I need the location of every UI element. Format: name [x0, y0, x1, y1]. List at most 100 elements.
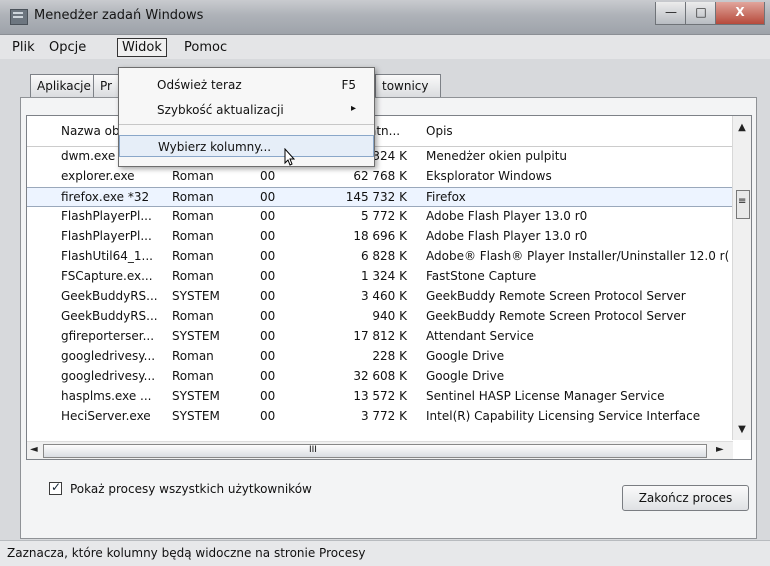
table-row[interactable]: FlashPlayerPl... Roman 00 5 772 K Adobe Flas…	[27, 207, 733, 227]
process-name-cell: FlashPlayerPl...	[61, 209, 152, 223]
tab-uzytkownicy[interactable]: townicy	[375, 74, 441, 97]
table-row[interactable]: FlashPlayerPl... Roman 00 18 696 K Adobe Fla…	[27, 227, 733, 247]
description-cell: Adobe Flash Player 13.0 r0	[426, 229, 588, 243]
scroll-down-icon[interactable]: ▼	[737, 424, 747, 436]
session-cell: 00	[260, 190, 276, 204]
refresh-now-shortcut: F5	[341, 78, 356, 92]
scroll-up-icon[interactable]: ▲	[737, 122, 747, 134]
refresh-now-item[interactable]: Odśwież teraz F5	[119, 74, 374, 96]
show-all-processes-label: Pokaż procesy wszystkich użytkowników	[70, 482, 312, 496]
task-manager-icon	[10, 9, 28, 25]
table-row[interactable]: firefox.exe *32 Roman 00 145 732 K Firefox	[27, 187, 733, 207]
column-description-header[interactable]: Opis	[426, 124, 453, 138]
memory-cell: 940 K	[372, 309, 407, 323]
select-columns-label: Wybierz kolumny...	[158, 140, 272, 154]
vertical-scrollbar[interactable]: ▲ ≡ ▼	[732, 116, 751, 440]
memory-cell: 62 768 K	[353, 169, 407, 183]
description-cell: GeekBuddy Remote Screen Protocol Server	[426, 289, 686, 303]
close-button[interactable]: X	[715, 2, 765, 25]
user-cell: SYSTEM	[172, 329, 220, 343]
status-bar: Zaznacza, które kolumny będą widoczne na…	[0, 540, 770, 566]
show-all-processes-checkbox[interactable]	[49, 480, 62, 495]
description-cell: Intel(R) Capability Licensing Service In…	[426, 409, 701, 423]
user-cell: Roman	[172, 309, 214, 323]
process-name-cell: HeciServer.exe	[61, 409, 151, 423]
user-cell: SYSTEM	[172, 409, 220, 423]
window-title: Menedżer zadań Windows	[34, 8, 204, 23]
scroll-grip-icon: ≡	[738, 196, 747, 207]
user-cell: SYSTEM	[172, 389, 220, 403]
table-row[interactable]: GeekBuddyRS... SYSTEM 00 3 460 K GeekBuddy R…	[27, 287, 733, 307]
memory-cell: 3 460 K	[360, 289, 407, 303]
table-row[interactable]: GeekBuddyRS... Roman 00 940 K GeekBuddy Remo…	[27, 307, 733, 327]
horizontal-scroll-thumb[interactable]: III	[43, 444, 707, 458]
memory-cell: 1 324 K	[360, 269, 407, 283]
vertical-scroll-thumb[interactable]: ≡	[736, 190, 750, 219]
mouse-cursor-icon	[284, 148, 295, 166]
description-cell: FastStone Capture	[426, 269, 537, 283]
user-cell: Roman	[172, 249, 214, 263]
description-cell: Google Drive	[426, 349, 505, 363]
process-name-cell: hasplms.exe ...	[61, 389, 152, 403]
memory-cell: 18 696 K	[353, 229, 407, 243]
process-name-cell: FlashUtil64_1...	[61, 249, 153, 263]
user-cell: Roman	[172, 169, 214, 183]
description-cell: Sentinel HASP License Manager Service	[426, 389, 665, 403]
table-row[interactable]: FSCapture.ex... Roman 00 1 324 K FastStone C…	[27, 267, 733, 287]
session-cell: 00	[260, 369, 276, 383]
process-name-cell: googledrivesy...	[61, 369, 156, 383]
session-cell: 00	[260, 249, 276, 263]
description-cell: Adobe® Flash® Player Installer/Uninstall…	[426, 249, 730, 263]
refresh-now-label: Odśwież teraz	[157, 78, 242, 92]
user-cell: Roman	[172, 269, 214, 283]
table-row[interactable]: hasplms.exe ... SYSTEM 00 13 572 K Sentinel …	[27, 387, 733, 407]
description-cell: Adobe Flash Player 13.0 r0	[426, 209, 588, 223]
description-cell: Eksplorator Windows	[426, 169, 552, 183]
description-cell: Menedżer okien pulpitu	[426, 149, 568, 163]
status-text: Zaznacza, które kolumny będą widoczne na…	[7, 546, 366, 560]
maximize-button[interactable]: □	[685, 2, 717, 25]
process-name-cell: FlashPlayerPl...	[61, 229, 152, 243]
session-cell: 00	[260, 289, 276, 303]
scroll-right-icon[interactable]: ►	[716, 444, 726, 455]
task-manager-window: Menedżer zadań Windows — □ X Plik Opcje …	[0, 0, 770, 566]
session-cell: 00	[260, 309, 276, 323]
table-row[interactable]: explorer.exe Roman 00 62 768 K Eksplorator W…	[27, 167, 733, 187]
memory-cell: 13 572 K	[353, 389, 407, 403]
menu-pomoc[interactable]: Pomoc	[180, 39, 231, 56]
table-row[interactable]: gfireporterser... SYSTEM 00 17 812 K Attenda…	[27, 327, 733, 347]
column-name-header[interactable]: Nazwa ob	[61, 124, 120, 138]
table-row[interactable]: FlashUtil64_1... Roman 00 6 828 K Adobe® Fla…	[27, 247, 733, 267]
tab-aplikacje[interactable]: Aplikacje	[30, 74, 99, 97]
table-row[interactable]: googledrivesy... Roman 00 32 608 K Google Dr…	[27, 367, 733, 387]
description-cell: Firefox	[426, 190, 466, 204]
process-name-cell: googledrivesy...	[61, 349, 156, 363]
session-cell: 00	[260, 329, 276, 343]
select-columns-item[interactable]: Wybierz kolumny...	[119, 135, 374, 157]
memory-cell: 32 608 K	[353, 369, 407, 383]
minimize-button[interactable]: —	[655, 2, 687, 25]
description-cell: GeekBuddy Remote Screen Protocol Server	[426, 309, 686, 323]
table-row[interactable]: googledrivesy... Roman 00 228 K Google Drive	[27, 347, 733, 367]
menu-opcje[interactable]: Opcje	[45, 39, 90, 56]
title-bar: Menedżer zadań Windows — □ X	[0, 0, 770, 35]
user-cell: Roman	[172, 209, 214, 223]
process-name-cell: FSCapture.ex...	[61, 269, 153, 283]
session-cell: 00	[260, 269, 276, 283]
session-cell: 00	[260, 349, 276, 363]
update-speed-item[interactable]: Szybkość aktualizacji ▸	[119, 99, 374, 121]
session-cell: 00	[260, 229, 276, 243]
memory-cell: 145 732 K	[345, 190, 407, 204]
horizontal-scrollbar[interactable]: ◄ III ►	[27, 441, 733, 459]
menu-plik[interactable]: Plik	[8, 39, 39, 56]
menu-widok[interactable]: Widok	[117, 38, 167, 57]
memory-cell: 5 772 K	[360, 209, 407, 223]
process-name-cell: GeekBuddyRS...	[61, 309, 158, 323]
session-cell: 00	[260, 409, 276, 423]
scroll-left-icon[interactable]: ◄	[30, 444, 40, 455]
process-name-cell: explorer.exe	[61, 169, 135, 183]
table-row[interactable]: HeciServer.exe SYSTEM 00 3 772 K Intel(R) Ca…	[27, 407, 733, 427]
user-cell: Roman	[172, 190, 214, 204]
menu-bar: Plik Opcje Widok Pomoc	[0, 35, 770, 59]
end-process-button[interactable]: Zakończ proces	[622, 485, 749, 511]
